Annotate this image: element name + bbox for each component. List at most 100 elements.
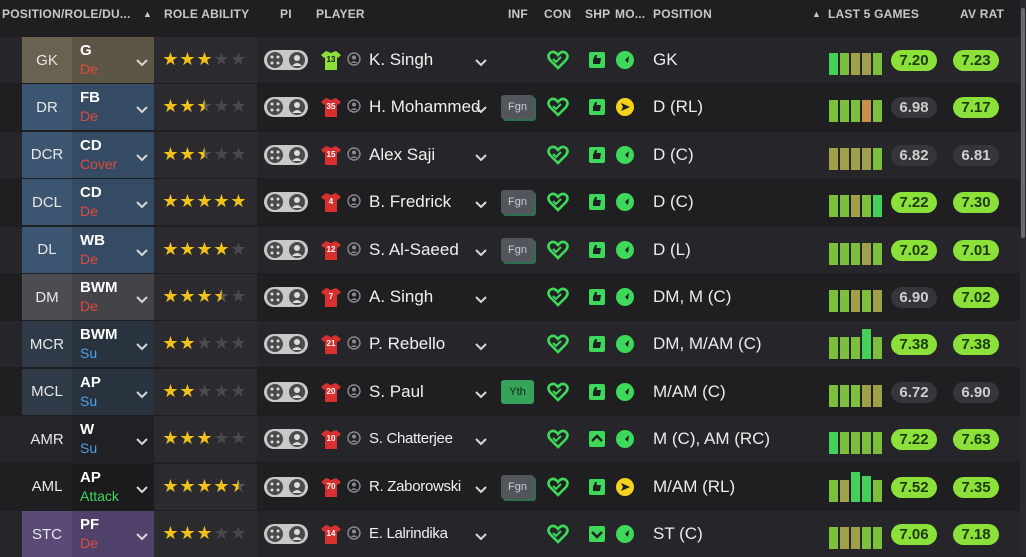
player-instructions-toggle[interactable] — [264, 334, 308, 355]
player-profile-icon[interactable] — [347, 289, 361, 303]
role-duty-selector[interactable]: FB De — [72, 84, 154, 131]
col-role-ability[interactable]: ROLE ABILITY — [164, 7, 249, 21]
col-mo[interactable]: MO... — [615, 7, 645, 21]
role-duty-selector[interactable]: PF De — [72, 511, 154, 557]
player-instructions-toggle[interactable] — [264, 476, 308, 497]
player-dropdown-chevron-icon[interactable] — [475, 434, 487, 446]
role-dropdown-chevron-icon[interactable] — [136, 339, 148, 351]
player-profile-icon[interactable] — [347, 431, 361, 445]
table-row[interactable]: MCR BWM Su ★★★★★ 21 P. Rebello DM, M/AM (C) 7.3… — [0, 321, 1020, 368]
player-name[interactable]: E. Lalrindika — [369, 525, 448, 542]
player-instructions-toggle[interactable] — [264, 287, 308, 307]
sort-ascending-icon[interactable]: ▲ — [143, 9, 152, 19]
table-row[interactable]: STC PF De ★★★★★ 14 E. Lalrindika ST (C) 7.06 7.1… — [0, 511, 1020, 557]
player-name[interactable]: H. Mohammed — [369, 97, 480, 117]
role-duty-selector[interactable]: BWM De — [72, 274, 154, 320]
player-profile-icon[interactable] — [347, 384, 361, 398]
col-position-role-duty[interactable]: POSITION/ROLE/DU... — [2, 7, 130, 21]
role-dropdown-chevron-icon[interactable] — [136, 292, 148, 304]
player-instructions-toggle[interactable] — [264, 144, 308, 165]
player-instructions-toggle[interactable] — [264, 429, 308, 450]
player-profile-icon[interactable] — [347, 336, 361, 351]
player-profile-icon[interactable] — [347, 478, 361, 493]
player-profile-icon[interactable] — [347, 147, 361, 161]
player-name[interactable]: R. Zaborowski — [369, 478, 461, 495]
role-dropdown-chevron-icon[interactable] — [136, 387, 148, 399]
player-instructions-toggle[interactable] — [264, 50, 308, 70]
col-position[interactable]: POSITION — [653, 7, 712, 21]
player-name[interactable]: P. Rebello — [369, 334, 445, 354]
table-row[interactable]: DM BWM De ★★★★★ 7 A. Singh DM, M (C) 6.90 7.02 — [0, 274, 1020, 320]
role-duty-selector[interactable]: G De — [72, 37, 154, 83]
col-last-5-games[interactable]: LAST 5 GAMES — [828, 7, 919, 21]
player-name[interactable]: A. Singh — [369, 287, 433, 307]
role-dropdown-chevron-icon[interactable] — [136, 150, 148, 162]
table-row[interactable]: DCL CD De ★★★★★ 4 B. Fredrick Fgn D (C) 7.22 7.30 — [0, 179, 1020, 226]
player-profile-icon[interactable] — [347, 194, 361, 208]
form-bar — [851, 471, 860, 502]
player-dropdown-chevron-icon[interactable] — [475, 529, 487, 541]
role-duty-selector[interactable]: CD De — [72, 179, 154, 226]
player-dropdown-chevron-icon[interactable] — [475, 55, 487, 67]
table-row[interactable]: DL WB De ★★★★★ 12 S. Al-Saeed Fgn D (L) 7.02 7.01 — [0, 226, 1020, 273]
player-name[interactable]: K. Singh — [369, 50, 433, 70]
role-dropdown-chevron-icon[interactable] — [136, 529, 148, 541]
player-name[interactable]: B. Fredrick — [369, 192, 451, 212]
role-duty-selector[interactable]: CD Cover — [72, 131, 154, 178]
player-dropdown-chevron-icon[interactable] — [475, 387, 487, 399]
role-dropdown-chevron-icon[interactable] — [136, 55, 148, 67]
scrollbar-thumb[interactable] — [1021, 8, 1025, 238]
role-duty-selector[interactable]: W Su — [72, 416, 154, 463]
table-row[interactable]: MCL AP Su ★★★★★ 20 S. Paul Yth M/AM (C) 6.72 6.90 — [0, 368, 1020, 415]
col-con[interactable]: CON — [544, 7, 571, 21]
player-dropdown-chevron-icon[interactable] — [475, 102, 487, 114]
player-dropdown-chevron-icon[interactable] — [475, 150, 487, 162]
player-instructions-toggle[interactable] — [264, 381, 308, 402]
role-dropdown-chevron-icon[interactable] — [136, 245, 148, 257]
role-dropdown-chevron-icon[interactable] — [136, 197, 148, 209]
player-dropdown-chevron-icon[interactable] — [475, 197, 487, 209]
table-row[interactable]: GK G De ★★★★★ 13 K. Singh GK 7.20 7.23 — [0, 37, 1020, 83]
last-5-games-chart — [829, 471, 885, 502]
player-profile-icon[interactable] — [347, 99, 361, 114]
col-pi[interactable]: PI — [280, 7, 292, 21]
table-row[interactable]: DR FB De ★★★★★ 35 H. Mohammed Fgn D (RL) 6.98 7.1… — [0, 84, 1020, 131]
player-profile-icon[interactable] — [347, 526, 361, 540]
player-profile-icon[interactable] — [347, 241, 361, 256]
player-instructions-toggle[interactable] — [264, 97, 308, 118]
player-dropdown-chevron-icon[interactable] — [475, 292, 487, 304]
average-rating: 7.63 — [953, 429, 999, 451]
last-5-games-chart — [829, 140, 885, 170]
table-row[interactable]: DCR CD Cover ★★★★★ 15 Alex Saji D (C) 6.82 6.81 — [0, 131, 1020, 178]
star-icon: ★ — [213, 333, 230, 354]
star-icon: ★ — [196, 238, 213, 259]
player-name[interactable]: Alex Saji — [369, 145, 435, 165]
player-name[interactable]: S. Paul — [369, 382, 424, 402]
role-dropdown-chevron-icon[interactable] — [136, 434, 148, 446]
role-dropdown-chevron-icon[interactable] — [136, 482, 148, 494]
col-shp[interactable]: SHP — [585, 7, 610, 21]
vertical-scrollbar[interactable] — [1020, 0, 1026, 556]
role-dropdown-chevron-icon[interactable] — [136, 102, 148, 114]
player-dropdown-chevron-icon[interactable] — [475, 339, 487, 351]
table-row[interactable]: AML AP Attack ★★★★★ 70 R. Zaborowski Fgn M/AM (… — [0, 463, 1020, 510]
shirt-number-icon: 21 — [320, 333, 342, 355]
role-duty-selector[interactable]: AP Attack — [72, 463, 154, 510]
role-duty-selector[interactable]: AP Su — [72, 368, 154, 415]
col-inf[interactable]: INF — [508, 7, 528, 21]
col-av-rat[interactable]: AV RAT — [960, 7, 1004, 21]
player-name[interactable]: S. Al-Saeed — [369, 240, 459, 260]
player-profile-icon[interactable] — [347, 52, 361, 66]
player-instructions-toggle[interactable] — [264, 192, 308, 213]
role-duty-selector[interactable]: WB De — [72, 226, 154, 273]
form-bar — [873, 337, 882, 360]
player-dropdown-chevron-icon[interactable] — [475, 482, 487, 494]
role-duty-selector[interactable]: BWM Su — [72, 321, 154, 368]
sort-indicator-icon[interactable]: ▲ — [812, 9, 821, 19]
col-player[interactable]: PLAYER — [316, 7, 365, 21]
player-instructions-toggle[interactable] — [264, 524, 308, 544]
player-instructions-toggle[interactable] — [264, 239, 308, 260]
player-dropdown-chevron-icon[interactable] — [475, 245, 487, 257]
table-row[interactable]: AMR W Su ★★★★★ 10 S. Chatterjee M (C), AM (RC)… — [0, 416, 1020, 463]
player-name[interactable]: S. Chatterjee — [369, 430, 453, 447]
